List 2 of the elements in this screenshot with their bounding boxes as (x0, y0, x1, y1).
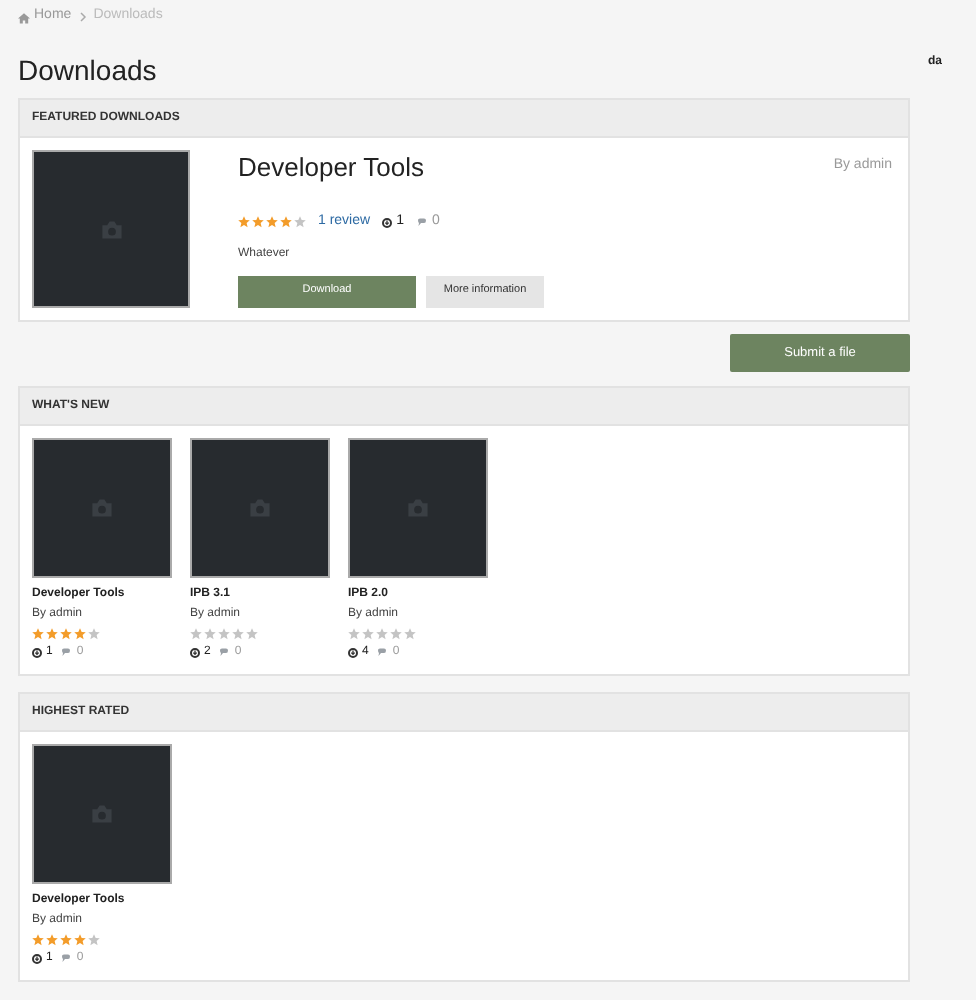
page-title: Downloads (18, 52, 157, 90)
file-title[interactable]: Developer Tools (238, 152, 424, 184)
